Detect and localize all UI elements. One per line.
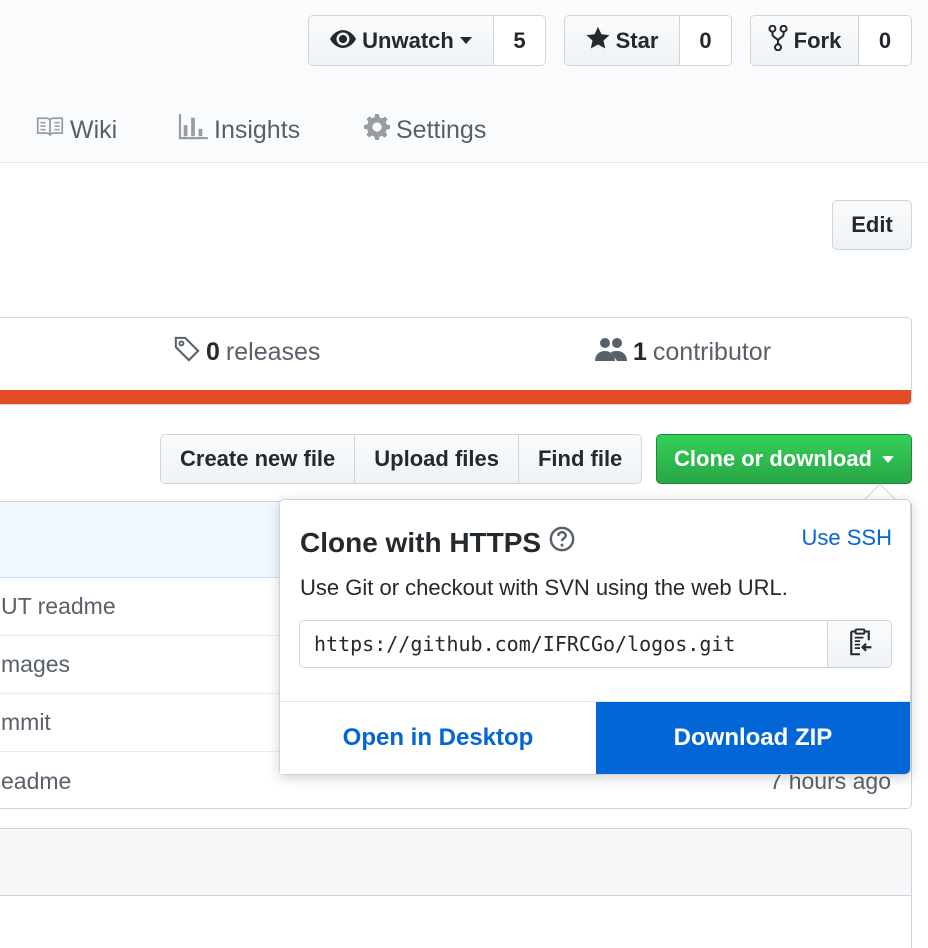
tag-icon xyxy=(174,336,200,369)
watchers-count[interactable]: 5 xyxy=(494,16,545,65)
star-icon xyxy=(586,26,610,56)
clipboard-icon xyxy=(847,627,873,661)
readme-header xyxy=(0,829,911,896)
fork-label: Fork xyxy=(793,27,842,53)
clone-footer: Open in Desktop Download ZIP xyxy=(280,701,910,774)
unwatch-button[interactable]: Unwatch xyxy=(309,16,494,65)
edit-button[interactable]: Edit xyxy=(832,200,912,250)
tab-settings-label: Settings xyxy=(396,115,487,144)
copy-to-clipboard-button[interactable] xyxy=(827,621,891,667)
releases-label: releases xyxy=(225,337,321,366)
find-file-button[interactable]: Find file xyxy=(518,435,642,483)
repo-summary: 0 releases 1 contributor xyxy=(0,317,912,405)
people-icon xyxy=(595,337,627,368)
tab-wiki-label: Wiki xyxy=(70,115,118,144)
clone-url-input[interactable] xyxy=(300,621,827,667)
clone-description: Use Git or checkout with SVN using the w… xyxy=(300,575,788,600)
chevron-down-icon xyxy=(459,37,472,44)
star-button-group: Star 0 xyxy=(564,15,732,66)
contributors-link[interactable]: 1 contributor xyxy=(595,336,771,368)
unwatch-label: Unwatch xyxy=(362,27,454,53)
download-zip-button[interactable]: Download ZIP xyxy=(596,702,910,774)
releases-count: 0 xyxy=(206,337,220,366)
forks-count[interactable]: 0 xyxy=(859,16,911,65)
contributors-count: 1 xyxy=(633,337,647,366)
commit-message[interactable]: mages xyxy=(1,651,70,678)
clone-popover: Clone with HTTPS Use SSH Use Git or chec… xyxy=(279,499,911,775)
contributors-label: contributor xyxy=(652,337,772,366)
stargazers-count[interactable]: 0 xyxy=(680,16,731,65)
tab-insights[interactable]: Insights xyxy=(178,112,300,148)
star-button[interactable]: Star xyxy=(565,16,680,65)
tab-wiki[interactable]: Wiki xyxy=(36,112,117,148)
gear-icon xyxy=(364,113,390,147)
graph-icon xyxy=(178,113,208,147)
tab-settings[interactable]: Settings xyxy=(364,112,486,148)
watch-button-group: Unwatch 5 xyxy=(308,15,546,66)
file-actions: Create new file Upload files Find file xyxy=(160,434,643,484)
fork-icon xyxy=(768,24,788,57)
clone-title: Clone with HTTPS xyxy=(300,526,575,559)
clone-title-text: Clone with HTTPS xyxy=(300,526,542,558)
releases-link[interactable]: 0 releases xyxy=(174,336,320,368)
language-bar xyxy=(0,390,911,404)
chevron-down-icon xyxy=(882,455,894,463)
clone-or-download-button[interactable]: Clone or download xyxy=(656,434,912,484)
commit-message[interactable]: eadme xyxy=(1,768,71,795)
book-icon xyxy=(36,116,64,145)
question-icon[interactable] xyxy=(549,526,575,559)
tab-insights-label: Insights xyxy=(214,115,301,144)
fork-button[interactable]: Fork xyxy=(751,16,859,65)
fork-button-group: Fork 0 xyxy=(750,15,912,66)
clone-label: Clone or download xyxy=(674,446,872,471)
clone-url-group xyxy=(299,620,892,668)
commit-message[interactable]: mmit xyxy=(1,709,51,736)
create-new-file-button[interactable]: Create new file xyxy=(161,435,356,483)
commit-message[interactable]: UT readme xyxy=(1,593,116,620)
open-in-desktop-button[interactable]: Open in Desktop xyxy=(280,702,596,774)
upload-files-button[interactable]: Upload files xyxy=(355,435,519,483)
use-ssh-link[interactable]: Use SSH xyxy=(802,525,892,551)
readme-box xyxy=(0,828,912,948)
eye-icon xyxy=(330,28,357,54)
star-label: Star xyxy=(615,27,659,53)
